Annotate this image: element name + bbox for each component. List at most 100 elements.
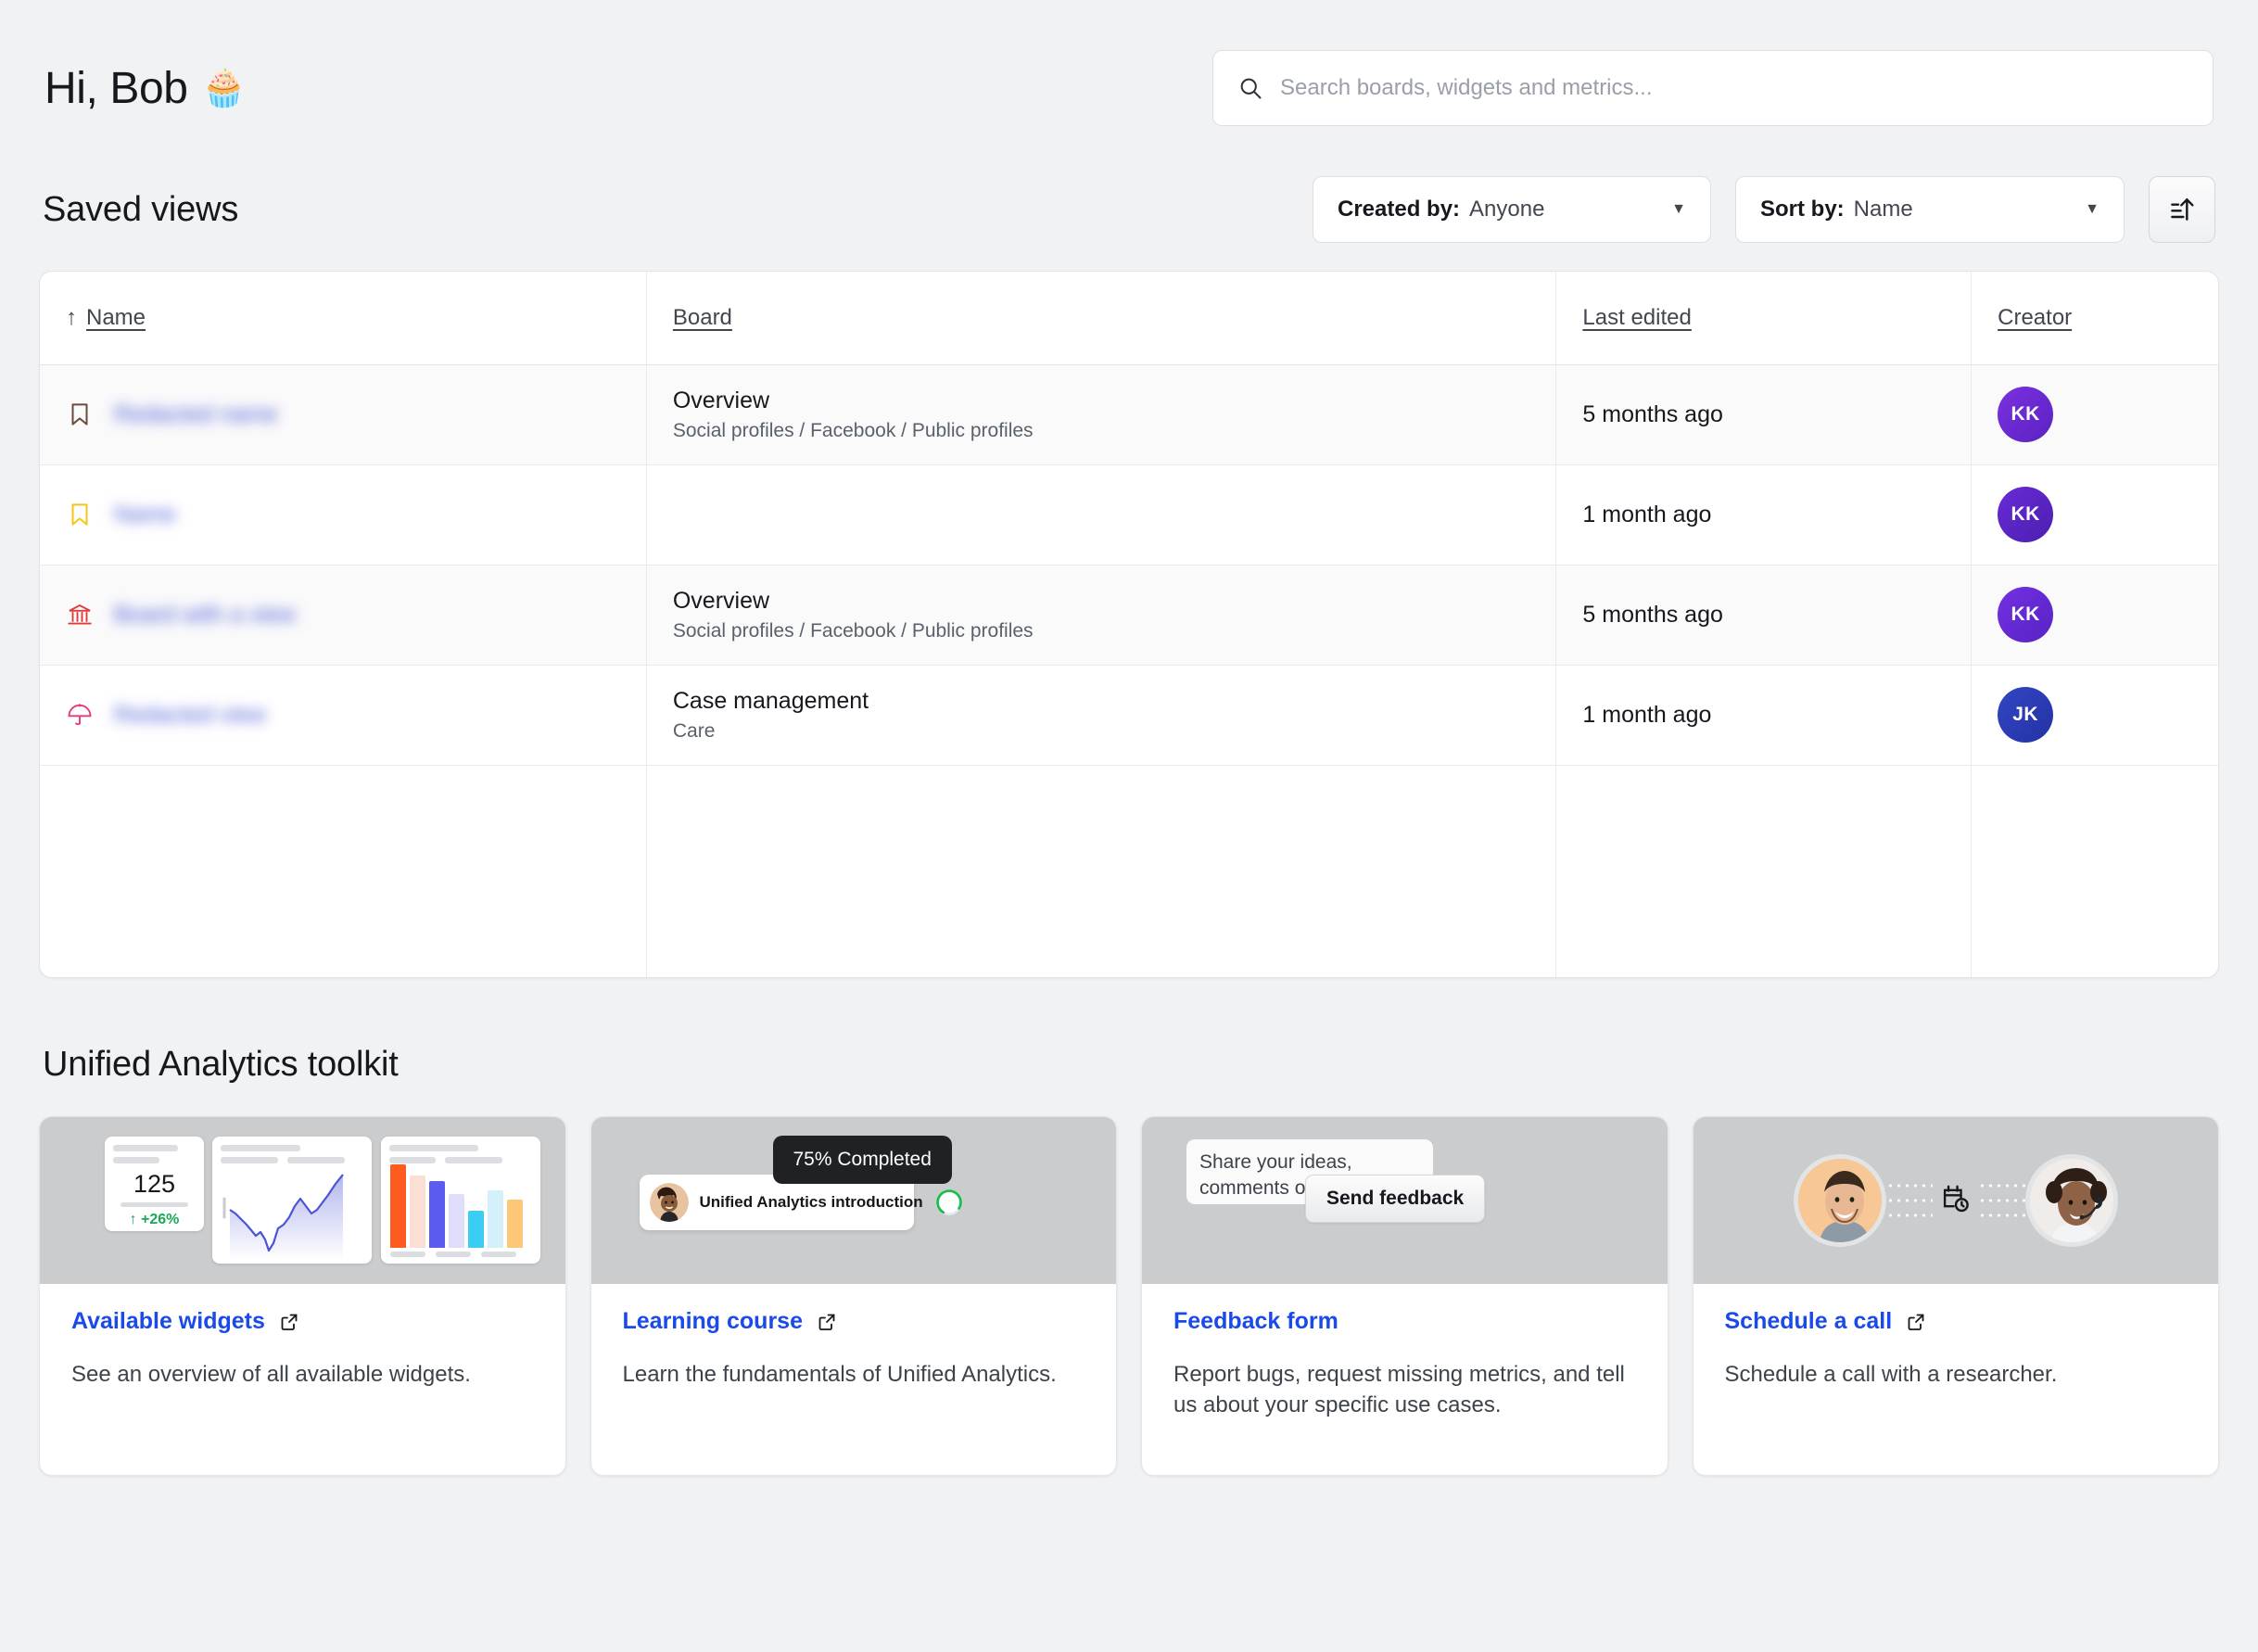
metric-value: 125	[113, 1170, 196, 1199]
toolkit-cards: 125 ↑ +26%	[39, 1116, 2219, 1476]
cell-board	[646, 464, 1556, 565]
progress-ring	[934, 1188, 964, 1217]
cupcake-icon: 🧁	[201, 70, 247, 107]
learning-course-description: Learn the fundamentals of Unified Analyt…	[623, 1359, 1085, 1390]
bank-icon	[66, 601, 94, 629]
card-available-widgets[interactable]: 125 ↑ +26%	[39, 1116, 566, 1476]
researcher-avatar-right	[2025, 1154, 2118, 1247]
cell-board: Case management Care	[646, 665, 1556, 765]
column-header-name[interactable]: ↑ Name	[40, 272, 646, 364]
calendar-clock-icon	[1933, 1178, 1979, 1224]
schedule-call-link[interactable]: Schedule a call	[1725, 1308, 1928, 1335]
created-by-value: Anyone	[1469, 197, 1544, 222]
card-schedule-call[interactable]: Schedule a call Schedule a call with a r…	[1693, 1116, 2220, 1476]
page-title: Hi, Bob 🧁	[44, 63, 247, 114]
metric-delta: ↑ +26%	[113, 1212, 196, 1228]
card-feedback-form[interactable]: Share your ideas, comments or struggles …	[1141, 1116, 1668, 1476]
sort-ascending-icon	[2167, 195, 2197, 224]
cell-board: Overview Social profiles / Facebook / Pu…	[646, 565, 1556, 665]
saved-views-table-card: ↑ Name Board Last edited Creator Visi	[39, 271, 2219, 978]
view-name: Redacted name	[114, 401, 278, 428]
avatar[interactable]: KK	[1998, 487, 2053, 542]
board-path: Social profiles / Facebook / Public prof…	[673, 620, 1530, 642]
saved-views-title: Saved views	[43, 190, 238, 230]
sort-by-value: Name	[1854, 197, 1913, 222]
cell-last-edited: 1 month ago	[1556, 464, 1972, 565]
cell-creator: JK	[1972, 665, 2218, 765]
card-preview-feedback: Share your ideas, comments or struggles …	[1142, 1117, 1668, 1284]
saved-views-controls: Created by: Anyone ▼ Sort by: Name ▼	[1313, 176, 2215, 243]
table-row[interactable]: Redacted name Overview Social profiles /…	[40, 364, 2218, 464]
schedule-call-description: Schedule a call with a researcher.	[1725, 1359, 2188, 1390]
table-row[interactable]: Board with a view Overview Social profil…	[40, 565, 2218, 665]
cell-board: Overview Social profiles / Facebook / Pu…	[646, 364, 1556, 464]
board-path: Care	[673, 720, 1530, 743]
avatar[interactable]: KK	[1998, 587, 2053, 642]
card-preview-course: Unified Analytics introduction 75% Compl…	[591, 1117, 1117, 1284]
saved-views-table: ↑ Name Board Last edited Creator Visi	[40, 272, 2218, 978]
feedback-form-description: Report bugs, request missing metrics, an…	[1173, 1359, 1636, 1420]
cell-last-edited: 1 month ago	[1556, 665, 1972, 765]
line-chart-widget-preview	[212, 1137, 372, 1264]
cell-name[interactable]: Redacted name	[40, 364, 646, 464]
view-name: Redacted view	[114, 702, 266, 729]
sort-arrow-icon: ↑	[66, 305, 77, 331]
column-header-creator[interactable]: Creator	[1972, 272, 2218, 364]
chevron-down-icon: ▼	[1671, 201, 1686, 218]
cell-name[interactable]: Name	[40, 464, 646, 565]
board-name: Overview	[673, 587, 1530, 616]
greeting-text: Hi, Bob	[44, 63, 188, 114]
bookmark-icon	[66, 501, 94, 528]
cell-creator: KK	[1972, 464, 2218, 565]
table-body: Redacted name Overview Social profiles /…	[40, 364, 2218, 978]
view-name: Name	[114, 502, 176, 528]
feedback-form-link[interactable]: Feedback form	[1173, 1308, 1338, 1335]
available-widgets-description: See an overview of all available widgets…	[71, 1359, 534, 1390]
progress-tooltip: 75% Completed	[773, 1136, 952, 1184]
board-name: Case management	[673, 687, 1530, 716]
table-empty-space	[40, 765, 2218, 978]
avatar[interactable]: JK	[1998, 687, 2053, 743]
table-header-row: ↑ Name Board Last edited Creator Visi	[40, 272, 2218, 364]
card-preview-widgets: 125 ↑ +26%	[40, 1117, 565, 1284]
bar-chart-widget-preview	[381, 1137, 540, 1264]
cell-name[interactable]: Board with a view	[40, 565, 646, 665]
search-icon	[1237, 75, 1263, 101]
cell-creator: KK	[1972, 565, 2218, 665]
dashboard-page: Hi, Bob 🧁 Search boards, widgets and met…	[0, 0, 2258, 1652]
send-feedback-button-mock: Send feedback	[1305, 1175, 1485, 1223]
external-link-icon	[816, 1311, 838, 1333]
external-link-icon	[278, 1311, 300, 1333]
search-placeholder: Search boards, widgets and metrics...	[1280, 75, 1653, 101]
external-link-icon	[1905, 1311, 1927, 1333]
toolkit-title: Unified Analytics toolkit	[43, 1045, 2215, 1085]
created-by-label: Created by:	[1338, 197, 1460, 222]
board-path: Social profiles / Facebook / Public prof…	[673, 420, 1530, 442]
learning-course-link[interactable]: Learning course	[623, 1308, 839, 1335]
cell-last-edited: 5 months ago	[1556, 364, 1972, 464]
sort-direction-button[interactable]	[2149, 176, 2215, 243]
sort-by-label: Sort by:	[1760, 197, 1845, 222]
card-preview-schedule	[1694, 1117, 2219, 1284]
column-header-last-edited[interactable]: Last edited	[1556, 272, 1972, 364]
course-name: Unified Analytics introduction	[700, 1193, 923, 1212]
cell-creator: KK	[1972, 364, 2218, 464]
sort-by-dropdown[interactable]: Sort by: Name ▼	[1735, 176, 2125, 243]
course-avatar	[650, 1183, 689, 1222]
saved-views-header: Saved views Created by: Anyone ▼ Sort by…	[39, 176, 2219, 243]
bookmark-icon	[66, 400, 94, 428]
view-name: Board with a view	[114, 602, 296, 629]
card-learning-course[interactable]: Unified Analytics introduction 75% Compl…	[590, 1116, 1118, 1476]
available-widgets-link[interactable]: Available widgets	[71, 1308, 300, 1335]
column-header-board[interactable]: Board	[646, 272, 1556, 364]
umbrella-icon	[66, 701, 94, 729]
avatar[interactable]: KK	[1998, 387, 2053, 442]
created-by-dropdown[interactable]: Created by: Anyone ▼	[1313, 176, 1711, 243]
table-row[interactable]: Name 1 month ago KK	[40, 464, 2218, 565]
search-input[interactable]: Search boards, widgets and metrics...	[1212, 50, 2214, 126]
chevron-down-icon: ▼	[2085, 201, 2099, 218]
cell-name[interactable]: Redacted view	[40, 665, 646, 765]
table-row[interactable]: Redacted view Case management Care 1 mon…	[40, 665, 2218, 765]
metric-widget-preview: 125 ↑ +26%	[105, 1137, 204, 1231]
connection-dots	[1886, 1184, 2025, 1217]
